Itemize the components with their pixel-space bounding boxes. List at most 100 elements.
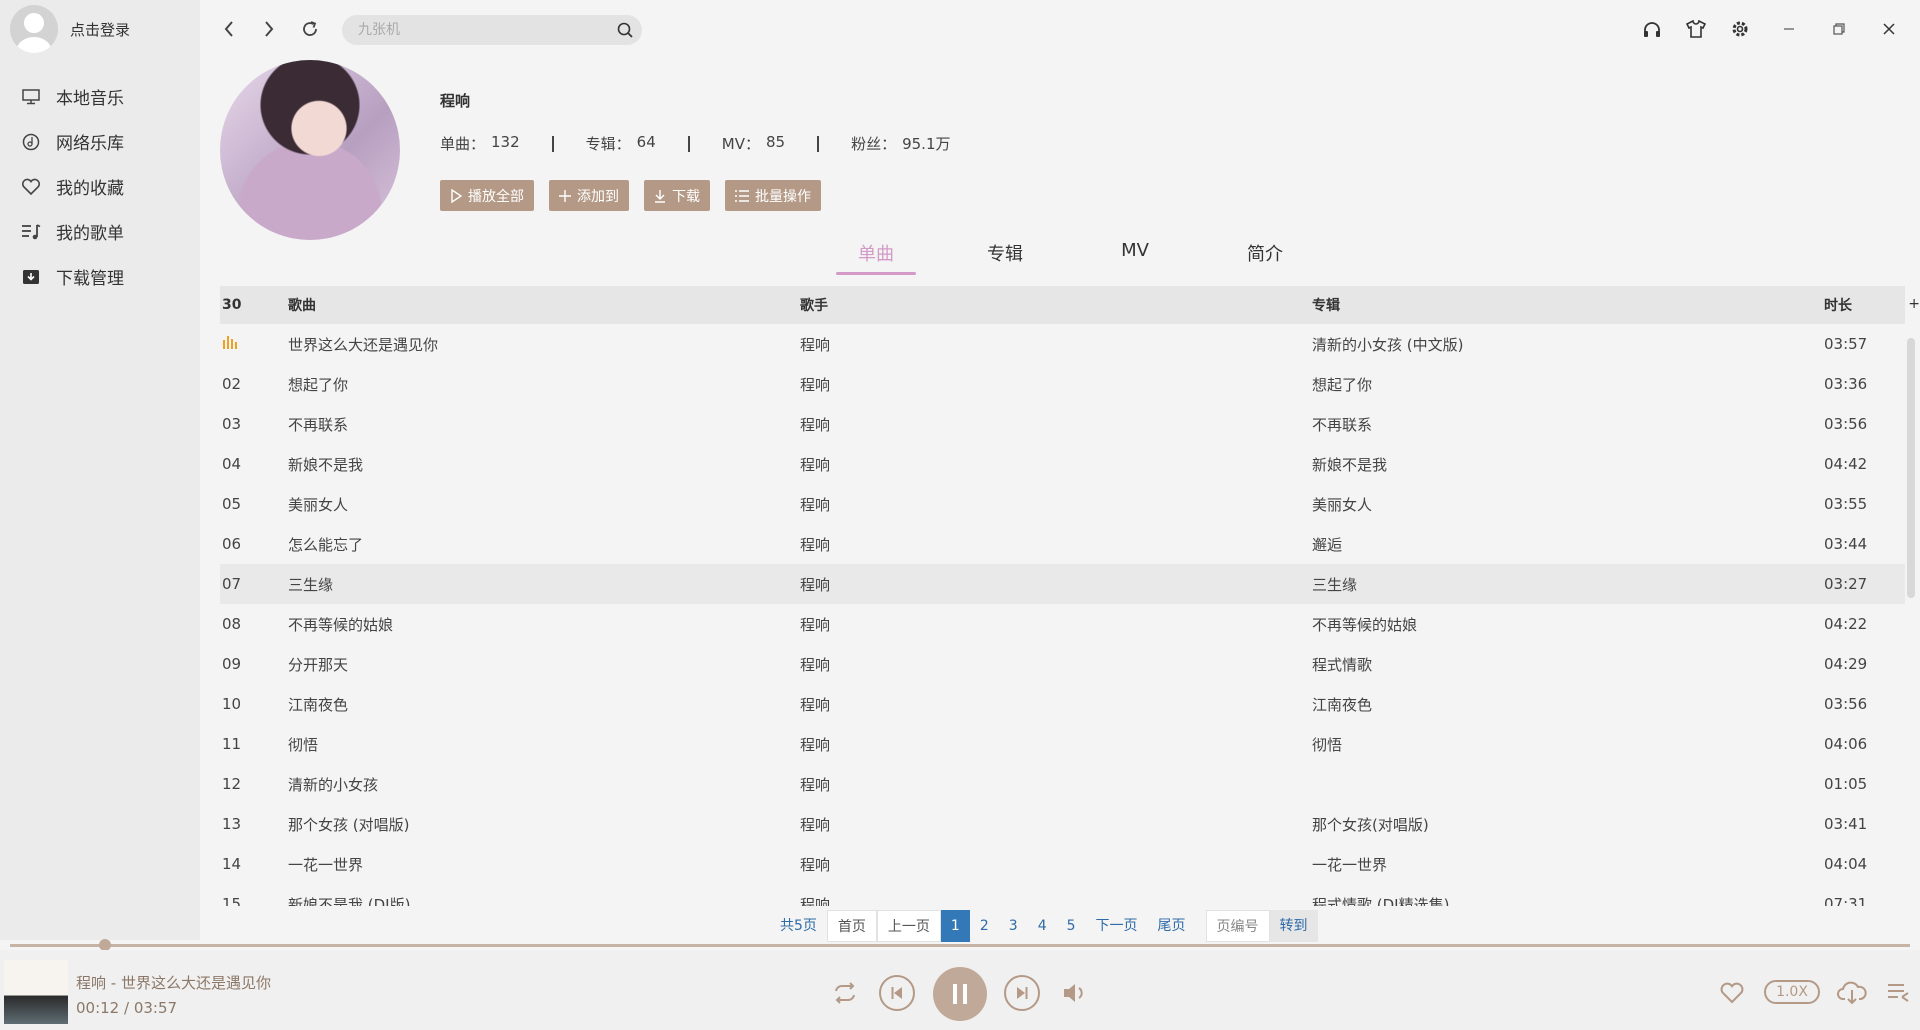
page-button-1[interactable]: 1 bbox=[940, 910, 970, 942]
scrollbar-thumb[interactable] bbox=[1907, 338, 1915, 598]
column-add-button[interactable]: + bbox=[1908, 296, 1920, 312]
batch-button[interactable]: 批量操作 bbox=[725, 180, 821, 211]
table-row[interactable]: 05 美丽女人 程响 美丽女人 03:55 bbox=[220, 484, 1905, 524]
page-number-input[interactable]: 页编号 bbox=[1205, 910, 1270, 942]
song-album[interactable]: 程式情歌 bbox=[1312, 654, 1824, 675]
sidebar-item-my-playlists[interactable]: 我的歌单 bbox=[0, 209, 200, 254]
song-album[interactable]: 彻悟 bbox=[1312, 734, 1824, 755]
playback-speed-button[interactable]: 1.0X bbox=[1764, 980, 1820, 1004]
song-singer[interactable]: 程响 bbox=[800, 614, 1312, 635]
song-album[interactable]: 美丽女人 bbox=[1312, 494, 1824, 515]
song-singer[interactable]: 程响 bbox=[800, 734, 1312, 755]
play-all-button[interactable]: 播放全部 bbox=[440, 180, 534, 211]
table-row[interactable]: 09 分开那天 程响 程式情歌 04:29 bbox=[220, 644, 1905, 684]
sidebar-item-downloads[interactable]: 下载管理 bbox=[0, 254, 200, 299]
song-album[interactable]: 新娘不是我 bbox=[1312, 454, 1824, 475]
sidebar-item-local-music[interactable]: 本地音乐 bbox=[0, 74, 200, 119]
stat-albums: 专辑： 64 bbox=[586, 133, 656, 154]
song-singer[interactable]: 程响 bbox=[800, 534, 1312, 555]
page-button-5[interactable]: 5 bbox=[1056, 910, 1086, 942]
song-album[interactable]: 江南夜色 bbox=[1312, 694, 1824, 715]
song-singer[interactable]: 程响 bbox=[800, 694, 1312, 715]
song-album[interactable]: 程式情歌 (DJ精选集) bbox=[1312, 894, 1824, 907]
song-singer[interactable]: 程响 bbox=[800, 334, 1312, 355]
login-button[interactable]: 点击登录 bbox=[0, 0, 200, 58]
close-button[interactable] bbox=[1876, 16, 1902, 42]
skin-button[interactable] bbox=[1683, 16, 1709, 42]
table-row[interactable]: 04 新娘不是我 程响 新娘不是我 04:42 bbox=[220, 444, 1905, 484]
next-track-button[interactable] bbox=[1004, 975, 1040, 1011]
song-album[interactable]: 一花一世界 bbox=[1312, 854, 1824, 875]
header-singer[interactable]: 歌手 bbox=[800, 295, 1312, 315]
table-row[interactable]: 11 彻悟 程响 彻悟 04:06 bbox=[220, 724, 1905, 764]
song-album[interactable]: 清新的小女孩 (中文版) bbox=[1312, 334, 1824, 355]
next-page-button[interactable]: 下一页 bbox=[1085, 910, 1148, 942]
song-album[interactable]: 不再联系 bbox=[1312, 414, 1824, 435]
table-row[interactable]: 10 江南夜色 程响 江南夜色 03:56 bbox=[220, 684, 1905, 724]
song-singer[interactable]: 程响 bbox=[800, 494, 1312, 515]
artist-photo bbox=[220, 60, 400, 240]
tab-albums[interactable]: 专辑 bbox=[965, 240, 1045, 266]
header-duration[interactable]: 时长 bbox=[1824, 295, 1905, 315]
table-row[interactable]: 15 新娘不是我 (DJ版) 程响 程式情歌 (DJ精选集) 07:31 bbox=[220, 884, 1905, 906]
download-button[interactable]: 下载 bbox=[644, 180, 710, 211]
song-singer[interactable]: 程响 bbox=[800, 574, 1312, 595]
song-album[interactable]: 不再等候的姑娘 bbox=[1312, 614, 1824, 635]
table-row[interactable]: 02 想起了你 程响 想起了你 03:36 bbox=[220, 364, 1905, 404]
header-album[interactable]: 专辑 bbox=[1312, 295, 1824, 315]
playback-progress-bar[interactable] bbox=[10, 944, 1910, 947]
table-row[interactable]: 世界这么大还是遇见你 程响 清新的小女孩 (中文版) 03:57 bbox=[220, 324, 1905, 364]
go-page-button[interactable]: 转到 bbox=[1269, 910, 1318, 942]
search-icon[interactable] bbox=[616, 21, 634, 39]
song-singer[interactable]: 程响 bbox=[800, 774, 1312, 795]
add-to-button[interactable]: 添加到 bbox=[549, 180, 629, 211]
sidebar-item-online-library[interactable]: 网络乐库 bbox=[0, 119, 200, 164]
settings-button[interactable] bbox=[1727, 16, 1753, 42]
volume-button[interactable] bbox=[1058, 976, 1092, 1010]
header-song[interactable]: 歌曲 bbox=[288, 295, 800, 315]
pause-button[interactable] bbox=[933, 967, 987, 1021]
song-singer[interactable]: 程响 bbox=[800, 454, 1312, 475]
restore-button[interactable] bbox=[1826, 16, 1852, 42]
previous-track-button[interactable] bbox=[879, 975, 915, 1011]
like-button[interactable] bbox=[1715, 976, 1749, 1010]
table-row[interactable]: 07 三生缘 程响 三生缘 03:27 bbox=[220, 564, 1905, 604]
song-singer[interactable]: 程响 bbox=[800, 654, 1312, 675]
song-singer[interactable]: 程响 bbox=[800, 374, 1312, 395]
tab-intro[interactable]: 简介 bbox=[1225, 240, 1305, 266]
table-row[interactable]: 03 不再联系 程响 不再联系 03:56 bbox=[220, 404, 1905, 444]
headphones-button[interactable] bbox=[1639, 16, 1665, 42]
cloud-download-button[interactable] bbox=[1834, 976, 1870, 1010]
refresh-button[interactable] bbox=[297, 16, 323, 42]
loop-mode-button[interactable] bbox=[828, 976, 862, 1010]
song-singer[interactable]: 程响 bbox=[800, 814, 1312, 835]
minimize-button[interactable] bbox=[1776, 16, 1802, 42]
back-button[interactable] bbox=[216, 16, 242, 42]
search-input[interactable] bbox=[358, 22, 608, 38]
table-row[interactable]: 08 不再等候的姑娘 程响 不再等候的姑娘 04:22 bbox=[220, 604, 1905, 644]
page-button-4[interactable]: 4 bbox=[1027, 910, 1057, 942]
table-row[interactable]: 06 怎么能忘了 程响 邂逅 03:44 bbox=[220, 524, 1905, 564]
page-button-2[interactable]: 2 bbox=[969, 910, 999, 942]
prev-page-button[interactable]: 上一页 bbox=[876, 910, 941, 942]
song-album[interactable]: 三生缘 bbox=[1312, 574, 1824, 595]
song-singer[interactable]: 程响 bbox=[800, 414, 1312, 435]
sidebar-item-favorites[interactable]: 我的收藏 bbox=[0, 164, 200, 209]
table-row[interactable]: 13 那个女孩 (对唱版) 程响 那个女孩(对唱版) 03:41 bbox=[220, 804, 1905, 844]
song-singer[interactable]: 程响 bbox=[800, 894, 1312, 907]
song-album[interactable]: 想起了你 bbox=[1312, 374, 1824, 395]
avatar[interactable] bbox=[10, 5, 58, 53]
table-row[interactable]: 12 清新的小女孩 程响 01:05 bbox=[220, 764, 1905, 804]
song-album[interactable]: 邂逅 bbox=[1312, 534, 1824, 555]
playlist-queue-button[interactable] bbox=[1884, 976, 1914, 1010]
last-page-button[interactable]: 尾页 bbox=[1147, 910, 1196, 942]
song-singer[interactable]: 程响 bbox=[800, 854, 1312, 875]
tab-singles[interactable]: 单曲 bbox=[836, 240, 916, 266]
forward-button[interactable] bbox=[256, 16, 282, 42]
album-cover[interactable] bbox=[4, 960, 68, 1024]
tab-mv[interactable]: MV bbox=[1095, 240, 1175, 261]
table-row[interactable]: 14 一花一世界 程响 一花一世界 04:04 bbox=[220, 844, 1905, 884]
song-album[interactable]: 那个女孩(对唱版) bbox=[1312, 814, 1824, 835]
page-button-3[interactable]: 3 bbox=[998, 910, 1028, 942]
first-page-button[interactable]: 首页 bbox=[826, 910, 877, 942]
